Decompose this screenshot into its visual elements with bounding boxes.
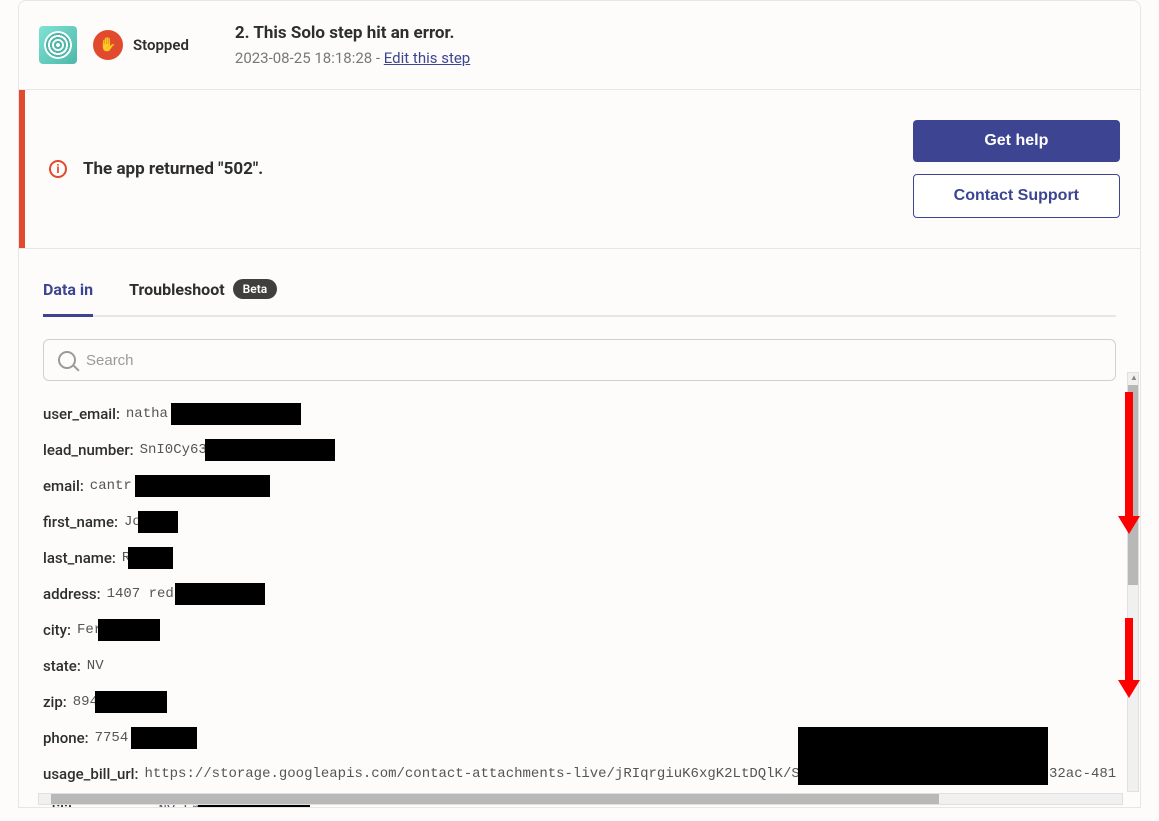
- error-icon: i: [49, 160, 67, 178]
- search-icon: [58, 351, 76, 369]
- data-row-user-email: user_email: natha: [43, 403, 1116, 425]
- status-badge: ✋ Stopped: [93, 30, 189, 60]
- tabs-section: Data in Troubleshoot Beta user_email: na…: [18, 249, 1141, 808]
- h-scrollbar-thumb[interactable]: [51, 794, 939, 804]
- redacted: [98, 619, 160, 641]
- search-box[interactable]: [43, 339, 1116, 381]
- redacted: [128, 547, 173, 569]
- error-banner: i The app returned "502". Get help Conta…: [18, 90, 1141, 249]
- search-input[interactable]: [86, 352, 1101, 369]
- data-row-email: email: cantr: [43, 475, 1116, 497]
- annotation-arrow-2: [1125, 618, 1133, 684]
- annotation-arrow-1: [1125, 392, 1133, 520]
- data-row-lead-number: lead_number: SnI0Cy63: [43, 439, 1116, 461]
- contact-support-button[interactable]: Contact Support: [913, 174, 1120, 218]
- horizontal-scrollbar[interactable]: [38, 793, 1123, 805]
- redacted: [131, 727, 197, 749]
- app-icon: [39, 26, 77, 64]
- redacted: [798, 727, 1048, 785]
- data-row-state: state: NV: [43, 655, 1116, 677]
- redacted: [205, 439, 335, 461]
- beta-badge: Beta: [233, 279, 278, 299]
- data-row-city: city: Fer: [43, 619, 1116, 641]
- stop-icon: ✋: [93, 30, 123, 60]
- step-header: ✋ Stopped 2. This Solo step hit an error…: [18, 0, 1141, 90]
- data-row-zip: zip: 894: [43, 691, 1116, 713]
- edit-step-link[interactable]: Edit this step: [384, 49, 470, 67]
- step-title: 2. This Solo step hit an error.: [235, 23, 470, 43]
- redacted: [135, 475, 270, 497]
- step-meta: 2023-08-25 18:18:28 - Edit this step: [235, 49, 470, 67]
- data-row-first-name: first_name: Jo: [43, 511, 1116, 533]
- data-list: user_email: natha lead_number: SnI0Cy63 …: [43, 397, 1116, 807]
- step-timestamp: 2023-08-25 18:18:28: [235, 49, 372, 67]
- tab-data-in[interactable]: Data in: [43, 267, 93, 315]
- scrollbar-up-icon[interactable]: ▲: [1128, 373, 1140, 385]
- redacted: [95, 691, 167, 713]
- data-row-usage-bill-url: usage_bill_url: https://storage.googleap…: [43, 763, 1116, 785]
- status-text: Stopped: [133, 36, 189, 54]
- tabs: Data in Troubleshoot Beta: [43, 267, 1116, 317]
- data-row-address: address: 1407 red: [43, 583, 1116, 605]
- data-row-last-name: last_name: R: [43, 547, 1116, 569]
- get-help-button[interactable]: Get help: [913, 120, 1120, 162]
- redacted: [175, 583, 265, 605]
- redacted: [171, 403, 301, 425]
- redacted: [138, 511, 178, 533]
- tab-troubleshoot[interactable]: Troubleshoot Beta: [129, 267, 277, 315]
- step-info: 2. This Solo step hit an error. 2023-08-…: [235, 23, 470, 67]
- error-message: The app returned "502".: [83, 159, 263, 179]
